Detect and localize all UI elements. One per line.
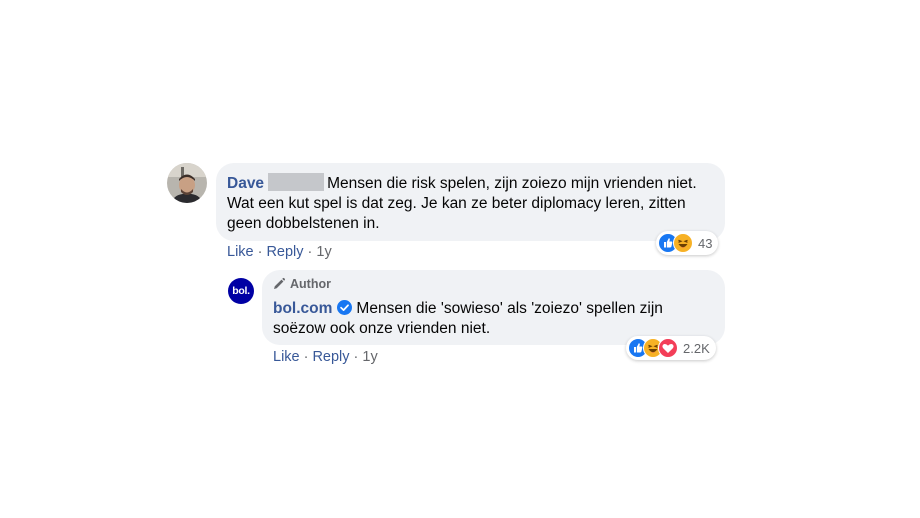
comment-author-name[interactable]: Dave	[227, 175, 264, 192]
bol-logo: bol.	[232, 285, 250, 297]
separator-dot: ·	[307, 244, 313, 260]
pencil-icon	[274, 277, 286, 289]
comment-reply-link[interactable]: Reply	[266, 244, 303, 260]
comment-bubble: Dave Mensen die risk spelen, zijn zoiezo …	[216, 163, 725, 241]
verified-badge-icon	[337, 300, 353, 315]
comment-reactions[interactable]: 43	[656, 231, 719, 255]
author-badge: Author	[272, 277, 331, 291]
reply-reply-link[interactable]: Reply	[312, 349, 349, 365]
profile-photo	[167, 163, 207, 203]
reply-timestamp[interactable]: 1y	[362, 349, 377, 365]
reply-like-link[interactable]: Like	[273, 349, 300, 365]
comment-body: Dave Mensen die risk spelen, zijn zoiezo …	[227, 173, 713, 234]
comment-timestamp[interactable]: 1y	[316, 244, 331, 260]
separator-dot: ·	[257, 244, 263, 260]
separator-dot: ·	[353, 349, 359, 365]
reply-author-name[interactable]: bol.com	[273, 300, 332, 317]
comment-like-link[interactable]: Like	[227, 244, 254, 260]
reply-reaction-count: 2.2K	[683, 340, 710, 356]
reply-body: bol.com Mensen die 'sowieso' als 'zoiezo'…	[273, 299, 713, 339]
reply-bubble: Author bol.com Mensen die 'sowieso' als '…	[262, 270, 725, 345]
dave-avatar[interactable]	[167, 163, 207, 203]
comment-reaction-count: 43	[698, 235, 713, 251]
separator-dot: ·	[303, 349, 309, 365]
haha-icon	[673, 233, 693, 253]
reply-actions: Like · Reply · 1y	[273, 349, 378, 365]
comment-actions: Like · Reply · 1y	[227, 244, 332, 260]
reply-reactions[interactable]: 2.2K	[626, 336, 716, 360]
redacted-surname	[268, 173, 325, 191]
author-badge-label: Author	[290, 277, 331, 291]
love-icon	[658, 338, 678, 358]
bol-avatar[interactable]: bol.	[228, 278, 254, 304]
